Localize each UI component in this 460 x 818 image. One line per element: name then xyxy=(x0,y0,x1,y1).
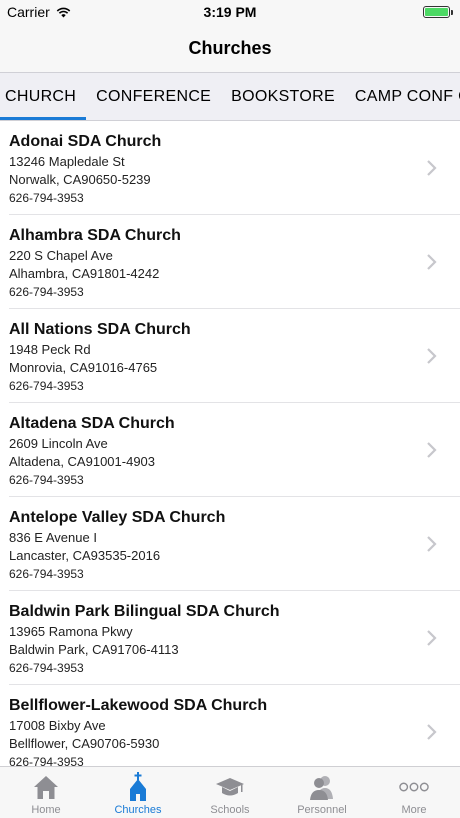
church-phone: 626-794-3953 xyxy=(9,285,84,299)
church-city: Monrovia, CA91016-4765 xyxy=(9,360,158,375)
home-icon xyxy=(31,772,61,802)
graduation-cap-icon xyxy=(215,772,245,802)
tabbar-personnel[interactable]: Personnel xyxy=(276,767,368,818)
church-row[interactable]: All Nations SDA Church 1948 Peck Rd Monr… xyxy=(0,309,460,403)
church-icon xyxy=(123,772,153,802)
church-name: Bellflower-Lakewood SDA Church xyxy=(9,697,268,714)
chevron-right-icon xyxy=(427,348,437,364)
church-name: Baldwin Park Bilingual SDA Church xyxy=(9,603,280,620)
tabbar-label: More xyxy=(401,804,427,816)
church-row[interactable]: Bellflower-Lakewood SDA Church 17008 Bix… xyxy=(0,685,460,766)
church-name: Alhambra SDA Church xyxy=(9,227,181,244)
church-list: Adonai SDA Church 13246 Mapledale St Nor… xyxy=(0,121,460,766)
church-street: 17008 Bixby Ave xyxy=(9,718,106,733)
tabbar-label: Churches xyxy=(114,804,162,816)
more-dots-icon xyxy=(399,772,429,802)
church-row[interactable]: Baldwin Park Bilingual SDA Church 13965 … xyxy=(0,591,460,685)
church-city: Alhambra, CA91801-4242 xyxy=(9,266,160,281)
church-phone: 626-794-3953 xyxy=(9,379,84,393)
tabbar-more[interactable]: More xyxy=(368,767,460,818)
tabbar-home[interactable]: Home xyxy=(0,767,92,818)
church-phone: 626-794-3953 xyxy=(9,755,84,766)
bottom-tab-bar: Home Churches Schools Personnel More xyxy=(0,766,460,818)
status-time: 3:19 PM xyxy=(203,4,257,20)
chevron-right-icon xyxy=(427,536,437,552)
church-name: All Nations SDA Church xyxy=(9,321,191,338)
tabbar-label: Schools xyxy=(210,804,250,816)
tab-bookstore[interactable]: BOOKSTORE xyxy=(221,73,345,120)
church-street: 220 S Chapel Ave xyxy=(9,248,113,263)
chevron-right-icon xyxy=(427,254,437,270)
chevron-right-icon xyxy=(427,442,437,458)
church-phone: 626-794-3953 xyxy=(9,191,84,205)
chevron-right-icon xyxy=(427,724,437,740)
church-street: 13246 Mapledale St xyxy=(9,154,125,169)
tab-label: CHURCH xyxy=(5,87,77,105)
chevron-right-icon xyxy=(427,630,437,646)
tab-camp-conf-center[interactable]: CAMP CONF CENTE xyxy=(345,73,460,120)
church-phone: 626-794-3953 xyxy=(9,661,84,675)
battery-icon xyxy=(423,6,453,18)
tabbar-churches[interactable]: Churches xyxy=(92,767,184,818)
church-row[interactable]: Altadena SDA Church 2609 Lincoln Ave Alt… xyxy=(0,403,460,497)
tab-label: BOOKSTORE xyxy=(231,87,335,105)
church-street: 836 E Avenue I xyxy=(9,530,97,545)
page-title: Churches xyxy=(188,37,272,58)
people-icon xyxy=(307,772,337,802)
church-row[interactable]: Antelope Valley SDA Church 836 E Avenue … xyxy=(0,497,460,591)
church-street: 2609 Lincoln Ave xyxy=(9,436,108,451)
church-name: Antelope Valley SDA Church xyxy=(9,509,226,526)
church-city: Bellflower, CA90706-5930 xyxy=(9,736,160,751)
tab-conference[interactable]: CONFERENCE xyxy=(86,73,221,120)
church-city: Baldwin Park, CA91706-4113 xyxy=(9,642,179,657)
tabbar-schools[interactable]: Schools xyxy=(184,767,276,818)
church-phone: 626-794-3953 xyxy=(9,473,84,487)
navigation-bar: Churches xyxy=(0,24,460,72)
church-city: Altadena, CA91001-4903 xyxy=(9,454,156,469)
church-row[interactable]: Alhambra SDA Church 220 S Chapel Ave Alh… xyxy=(0,215,460,309)
tabbar-label: Personnel xyxy=(297,804,347,816)
church-name: Adonai SDA Church xyxy=(9,133,162,150)
category-tabs: CHURCH CONFERENCE BOOKSTORE CAMP CONF CE… xyxy=(0,72,460,121)
tab-label: CONFERENCE xyxy=(96,87,212,105)
church-city: Lancaster, CA93535-2016 xyxy=(9,548,161,563)
church-city: Norwalk, CA90650-5239 xyxy=(9,172,151,187)
church-name: Altadena SDA Church xyxy=(9,415,175,432)
church-phone: 626-794-3953 xyxy=(9,567,84,581)
tab-church[interactable]: CHURCH xyxy=(0,73,87,120)
church-street: 1948 Peck Rd xyxy=(9,342,91,357)
church-row[interactable]: Adonai SDA Church 13246 Mapledale St Nor… xyxy=(0,121,460,215)
status-bar: Carrier 3:19 PM xyxy=(0,0,460,24)
tab-label: CAMP CONF CENTE xyxy=(354,87,460,105)
chevron-right-icon xyxy=(427,160,437,176)
tabbar-label: Home xyxy=(31,804,61,816)
church-street: 13965 Ramona Pkwy xyxy=(9,624,133,639)
